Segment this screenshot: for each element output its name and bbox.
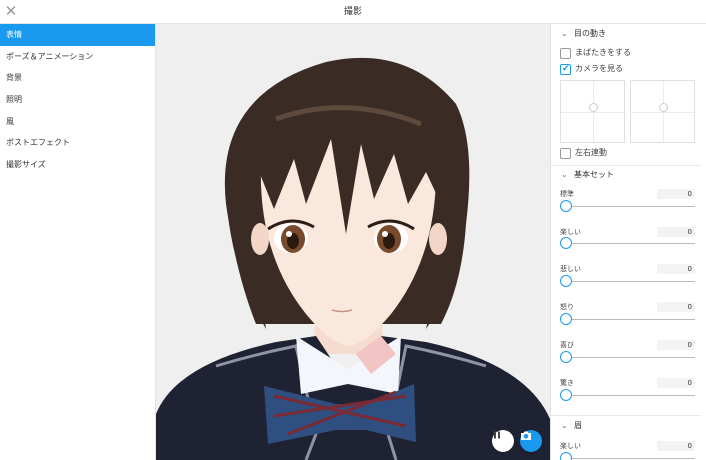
look-camera-label: カメラを見る [575, 64, 623, 73]
look-camera-checkbox-row[interactable]: カメラを見る [560, 63, 623, 77]
slider-track-standard[interactable] [565, 206, 695, 207]
left-eye-pad-handle[interactable] [589, 103, 598, 112]
slider-value-joy[interactable]: 0 [657, 340, 695, 350]
camera-icon [521, 431, 531, 440]
sidebar-item-capture-size[interactable]: 撮影サイズ [0, 154, 155, 176]
expression-panel: ⌄ 目の動き まばたきをする カメラを見る 左右連動 ⌄ 基本セット [550, 24, 706, 460]
look-camera-checkbox[interactable] [560, 63, 571, 75]
slider-thumb-sad[interactable] [560, 275, 572, 287]
slider-value-happy[interactable]: 0 [657, 227, 695, 237]
right-eye-pad-handle[interactable] [659, 103, 668, 112]
avatar-illustration [156, 57, 550, 460]
slider-value-angry[interactable]: 0 [657, 302, 695, 312]
sidebar-item-pose-animation[interactable]: ポーズ＆アニメーション [0, 46, 155, 68]
slider-value-standard[interactable]: 0 [657, 189, 695, 199]
right-eye-direction-pad[interactable] [630, 80, 695, 143]
slider-track-joy[interactable] [565, 357, 695, 358]
brow-header[interactable]: ⌄ 眉 [551, 418, 701, 434]
sync-checkbox[interactable] [560, 147, 571, 159]
sidebar: 表情 ポーズ＆アニメーション 背景 照明 風 ポストエフェクト 撮影サイズ [0, 24, 156, 460]
slider-label-sad: 悲しい [560, 265, 581, 273]
left-ear [251, 223, 269, 255]
eye-movement-header[interactable]: ⌄ 目の動き [551, 26, 701, 42]
sidebar-item-wind[interactable]: 風 [0, 111, 155, 133]
blink-checkbox[interactable] [560, 47, 571, 59]
slider-label-joy: 喜び [560, 341, 574, 349]
basic-set-header[interactable]: ⌄ 基本セット [551, 167, 701, 183]
brow-slider-label-happy: 楽しい [560, 442, 581, 450]
chevron-down-icon: ⌄ [561, 421, 568, 430]
chevron-down-icon: ⌄ [561, 170, 568, 179]
slider-track-surprise[interactable] [565, 395, 695, 396]
window-title: 撮影 [343, 7, 362, 17]
right-ear [429, 223, 447, 255]
app-window: ✕ 撮影 表情 ポーズ＆アニメーション 背景 照明 風 ポストエフェクト 撮影サ… [0, 0, 706, 460]
section-divider [551, 165, 701, 166]
slider-label-surprise: 驚き [560, 379, 574, 387]
slider-thumb-happy[interactable] [560, 237, 572, 249]
brow-slider-track-happy[interactable] [565, 458, 695, 459]
slider-label-happy: 楽しい [560, 228, 581, 236]
slider-thumb-standard[interactable] [560, 200, 572, 212]
eye-movement-title: 目の動き [574, 29, 606, 38]
blink-checkbox-row[interactable]: まばたきをする [560, 47, 631, 61]
sync-label: 左右連動 [575, 148, 607, 157]
slider-value-surprise[interactable]: 0 [657, 378, 695, 388]
title-bar: ✕ 撮影 [0, 0, 706, 24]
blazer [156, 336, 550, 460]
brow-title: 眉 [574, 421, 582, 430]
slider-track-angry[interactable] [565, 319, 695, 320]
sidebar-item-background[interactable]: 背景 [0, 67, 155, 89]
avatar-viewport[interactable] [156, 24, 550, 460]
sidebar-item-post-effect[interactable]: ポストエフェクト [0, 132, 155, 154]
basic-set-title: 基本セット [574, 170, 614, 179]
sync-checkbox-row[interactable]: 左右連動 [560, 147, 607, 161]
slider-track-happy[interactable] [565, 243, 695, 244]
capture-button[interactable] [520, 430, 542, 452]
pause-icon [494, 431, 500, 439]
sidebar-item-lighting[interactable]: 照明 [0, 89, 155, 111]
slider-label-standard: 標準 [560, 190, 574, 198]
section-divider [551, 415, 701, 416]
pause-button[interactable] [492, 430, 514, 452]
slider-thumb-joy[interactable] [560, 351, 572, 363]
sidebar-item-expression[interactable]: 表情 [0, 24, 155, 46]
slider-thumb-angry[interactable] [560, 313, 572, 325]
blink-label: まばたきをする [575, 48, 631, 57]
slider-value-sad[interactable]: 0 [657, 264, 695, 274]
brow-slider-value-happy[interactable]: 0 [657, 441, 695, 451]
left-eye-direction-pad[interactable] [560, 80, 625, 143]
slider-track-sad[interactable] [565, 281, 695, 282]
brow-slider-thumb-happy[interactable] [560, 452, 572, 460]
slider-label-angry: 怒り [560, 303, 574, 311]
slider-thumb-surprise[interactable] [560, 389, 572, 401]
chevron-down-icon: ⌄ [561, 29, 568, 38]
